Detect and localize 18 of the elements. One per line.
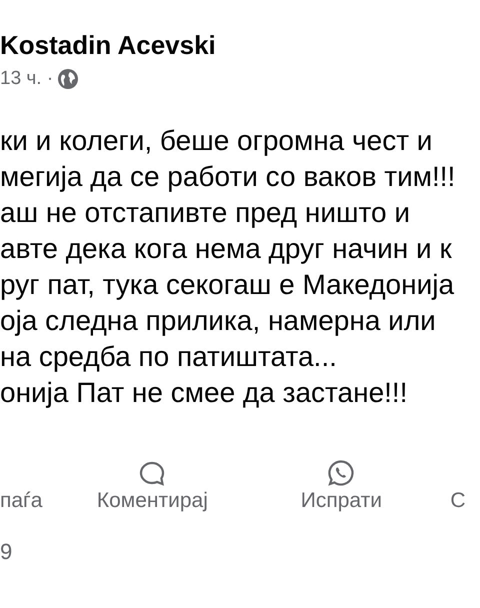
reaction-count[interactable]: 9 bbox=[0, 539, 12, 565]
post-text-line: ки и колеги, беше огромна чест и bbox=[0, 124, 432, 158]
author-name[interactable]: Kostadin Acevski bbox=[0, 30, 216, 60]
action-button[interactable]: С bbox=[450, 457, 466, 517]
post-time[interactable]: 13 ч. · bbox=[0, 68, 54, 90]
post-text-line: авте дека кога нема друг начин и к bbox=[0, 232, 452, 266]
comment-button[interactable]: Коментирај bbox=[62, 457, 242, 517]
post-text-line: аш не отстапивте пред ништо и bbox=[0, 196, 410, 230]
action-button[interactable]: паѓа bbox=[0, 457, 42, 517]
send-button[interactable]: Испрати bbox=[266, 457, 416, 517]
phone-bubble-icon bbox=[327, 459, 356, 487]
post-text-line: руг пат, тука секогаш е Македонија bbox=[0, 268, 454, 302]
speech-bubble-icon bbox=[139, 461, 166, 487]
post-text-line: оја следна прилика, намерна или bbox=[0, 304, 436, 338]
post-text-line: онија Пат не смее да застане!!! bbox=[0, 376, 408, 410]
post-text-line: мегија да се работи со ваков тим!!! bbox=[0, 160, 456, 194]
post-text-line: на средба по патиштата... bbox=[0, 340, 337, 374]
globe-icon bbox=[58, 69, 78, 89]
